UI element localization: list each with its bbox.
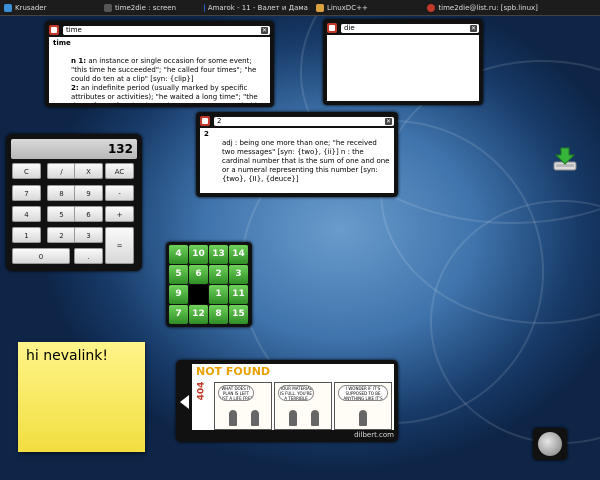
dictionary-search-input[interactable]: time ✕: [63, 25, 270, 35]
moon-phase-widget: [533, 428, 567, 460]
calc-button-multiply[interactable]: X: [74, 163, 103, 179]
calculator-display: 132: [11, 139, 137, 159]
dictionary-widget-two: 2 ✕ 2 adj : being one more than one; "he…: [196, 112, 398, 197]
puzzle-tile[interactable]: 12: [189, 305, 208, 324]
comic-strip-widget: NOT FOUND 404 WHAT DOES IT PLAN IS LEFT …: [176, 360, 398, 442]
calc-button-0[interactable]: 0: [12, 248, 70, 264]
calc-button-plus[interactable]: +: [105, 206, 134, 222]
sticky-note-text: hi nevalink!: [26, 348, 108, 364]
calc-button-allclear[interactable]: AC: [105, 163, 134, 179]
download-icon[interactable]: [552, 146, 578, 172]
moon-icon: [538, 432, 562, 456]
calc-button-decimal[interactable]: .: [74, 248, 103, 264]
dictionary-definition: time n 1: an instance or single occasion…: [49, 37, 270, 103]
character-figure: [251, 410, 259, 426]
comic-strip: NOT FOUND 404 WHAT DOES IT PLAN IS LEFT …: [192, 364, 394, 430]
dictionary-search-bar: 2 ✕: [200, 115, 394, 127]
calc-button-2[interactable]: 2: [47, 227, 76, 243]
definition-headword: time: [53, 39, 71, 47]
puzzle-tile[interactable]: 3: [229, 265, 248, 284]
calc-button-divide[interactable]: /: [47, 163, 76, 179]
krusader-icon: [4, 3, 12, 12]
puzzle-tile[interactable]: 11: [229, 285, 248, 304]
calc-button-7[interactable]: 7: [12, 185, 41, 201]
dictionary-widget-time: time ✕ time n 1: an instance or single o…: [45, 21, 274, 107]
calc-button-4[interactable]: 4: [12, 206, 41, 222]
terminal-icon: [103, 3, 112, 12]
error-code: 404: [196, 381, 207, 401]
calculator-widget: 132 C / X AC 7 8 9 - 4 5 6 + 1 2 3 = 0 .: [6, 134, 142, 271]
dictionary-search-input[interactable]: 2 ✕: [214, 116, 394, 126]
clear-icon[interactable]: ✕: [385, 117, 392, 125]
not-found-banner: NOT FOUND: [196, 365, 271, 378]
chat-icon: [427, 3, 436, 12]
character-figure: [359, 410, 367, 426]
character-figure: [311, 410, 319, 426]
task-linuxdcpp[interactable]: LinuxDC++: [312, 0, 423, 15]
calc-button-6[interactable]: 6: [74, 206, 103, 222]
character-figure: [229, 410, 237, 426]
clear-icon[interactable]: ✕: [261, 26, 268, 34]
linuxdcpp-icon: [315, 3, 324, 12]
calc-button-clear[interactable]: C: [12, 163, 41, 179]
puzzle-tile[interactable]: 1: [209, 285, 228, 304]
task-chat[interactable]: time2die@list.ru: [spb.linux]: [423, 0, 600, 15]
sticky-note[interactable]: hi nevalink!: [18, 342, 145, 452]
dictionary-widget-die: die ✕: [323, 19, 483, 105]
comic-panel: WHAT DOES IT PLAN IS LEFT JUST A LIFE FR…: [214, 382, 272, 430]
taskbar: Krusader time2die : screen Amarok - 11 -…: [0, 0, 600, 16]
dictionary-search-bar: time ✕: [49, 24, 270, 36]
puzzle-tile[interactable]: 8: [209, 305, 228, 324]
task-terminal[interactable]: time2die : screen: [100, 0, 200, 15]
speech-bubble: I WONDER IF IT'S SUPPOSED TO BE ANYTHING…: [338, 385, 388, 401]
definition-sense-1: adj : being one more than one; "he recei…: [222, 139, 390, 183]
comic-source-link[interactable]: dilbert.com: [354, 431, 394, 439]
puzzle-tile[interactable]: 4: [169, 245, 188, 264]
previous-arrow-icon[interactable]: [180, 395, 189, 409]
dictionary-definition: [327, 35, 479, 101]
speech-bubble: YOUR MATERIAL IS FULL. YOU'RE A TERRIBLE: [278, 385, 314, 401]
dictionary-icon: [200, 116, 210, 126]
puzzle-tile[interactable]: 9: [169, 285, 188, 304]
puzzle-tile[interactable]: 7: [169, 305, 188, 324]
dictionary-search-bar: die ✕: [327, 22, 479, 34]
dictionary-search-input[interactable]: die ✕: [341, 23, 479, 33]
calc-button-5[interactable]: 5: [47, 206, 76, 222]
amarok-icon: [203, 3, 205, 12]
character-figure: [289, 410, 297, 426]
calc-button-9[interactable]: 9: [74, 185, 103, 201]
speech-bubble: WHAT DOES IT PLAN IS LEFT JUST A LIFE FR…: [218, 385, 254, 401]
dictionary-definition: 2 adj : being one more than one; "he rec…: [200, 128, 394, 193]
dictionary-icon: [327, 23, 337, 33]
task-amarok[interactable]: Amarok - 11 - Валет и Дама: [200, 0, 312, 15]
puzzle-tile[interactable]: 14: [229, 245, 248, 264]
fifteen-puzzle-widget: 4 10 13 14 5 6 2 3 9 1 11 7 12 8 15: [166, 242, 252, 327]
calc-button-equals[interactable]: =: [105, 227, 134, 264]
puzzle-tile[interactable]: 15: [229, 305, 248, 324]
comic-panel: I WONDER IF IT'S SUPPOSED TO BE ANYTHING…: [334, 382, 392, 430]
comic-panel: YOUR MATERIAL IS FULL. YOU'RE A TERRIBLE: [274, 382, 332, 430]
calc-button-3[interactable]: 3: [74, 227, 103, 243]
calc-button-minus[interactable]: -: [105, 185, 134, 201]
clear-icon[interactable]: ✕: [470, 24, 477, 32]
definition-sense-2: 2: an indefinite period (usually marked …: [71, 84, 260, 103]
puzzle-empty-slot: [189, 285, 208, 304]
puzzle-tile[interactable]: 10: [189, 245, 208, 264]
puzzle-tile[interactable]: 6: [189, 265, 208, 284]
definition-sense-1: n 1: an instance or single occasion for …: [71, 57, 257, 83]
calc-button-1[interactable]: 1: [12, 227, 41, 243]
puzzle-tile[interactable]: 5: [169, 265, 188, 284]
task-krusader[interactable]: Krusader: [0, 0, 100, 15]
dictionary-icon: [49, 25, 59, 35]
desktop-background: Krusader time2die : screen Amarok - 11 -…: [0, 0, 600, 480]
definition-headword: 2: [204, 130, 209, 138]
calc-button-8[interactable]: 8: [47, 185, 76, 201]
puzzle-tile[interactable]: 13: [209, 245, 228, 264]
puzzle-tile[interactable]: 2: [209, 265, 228, 284]
